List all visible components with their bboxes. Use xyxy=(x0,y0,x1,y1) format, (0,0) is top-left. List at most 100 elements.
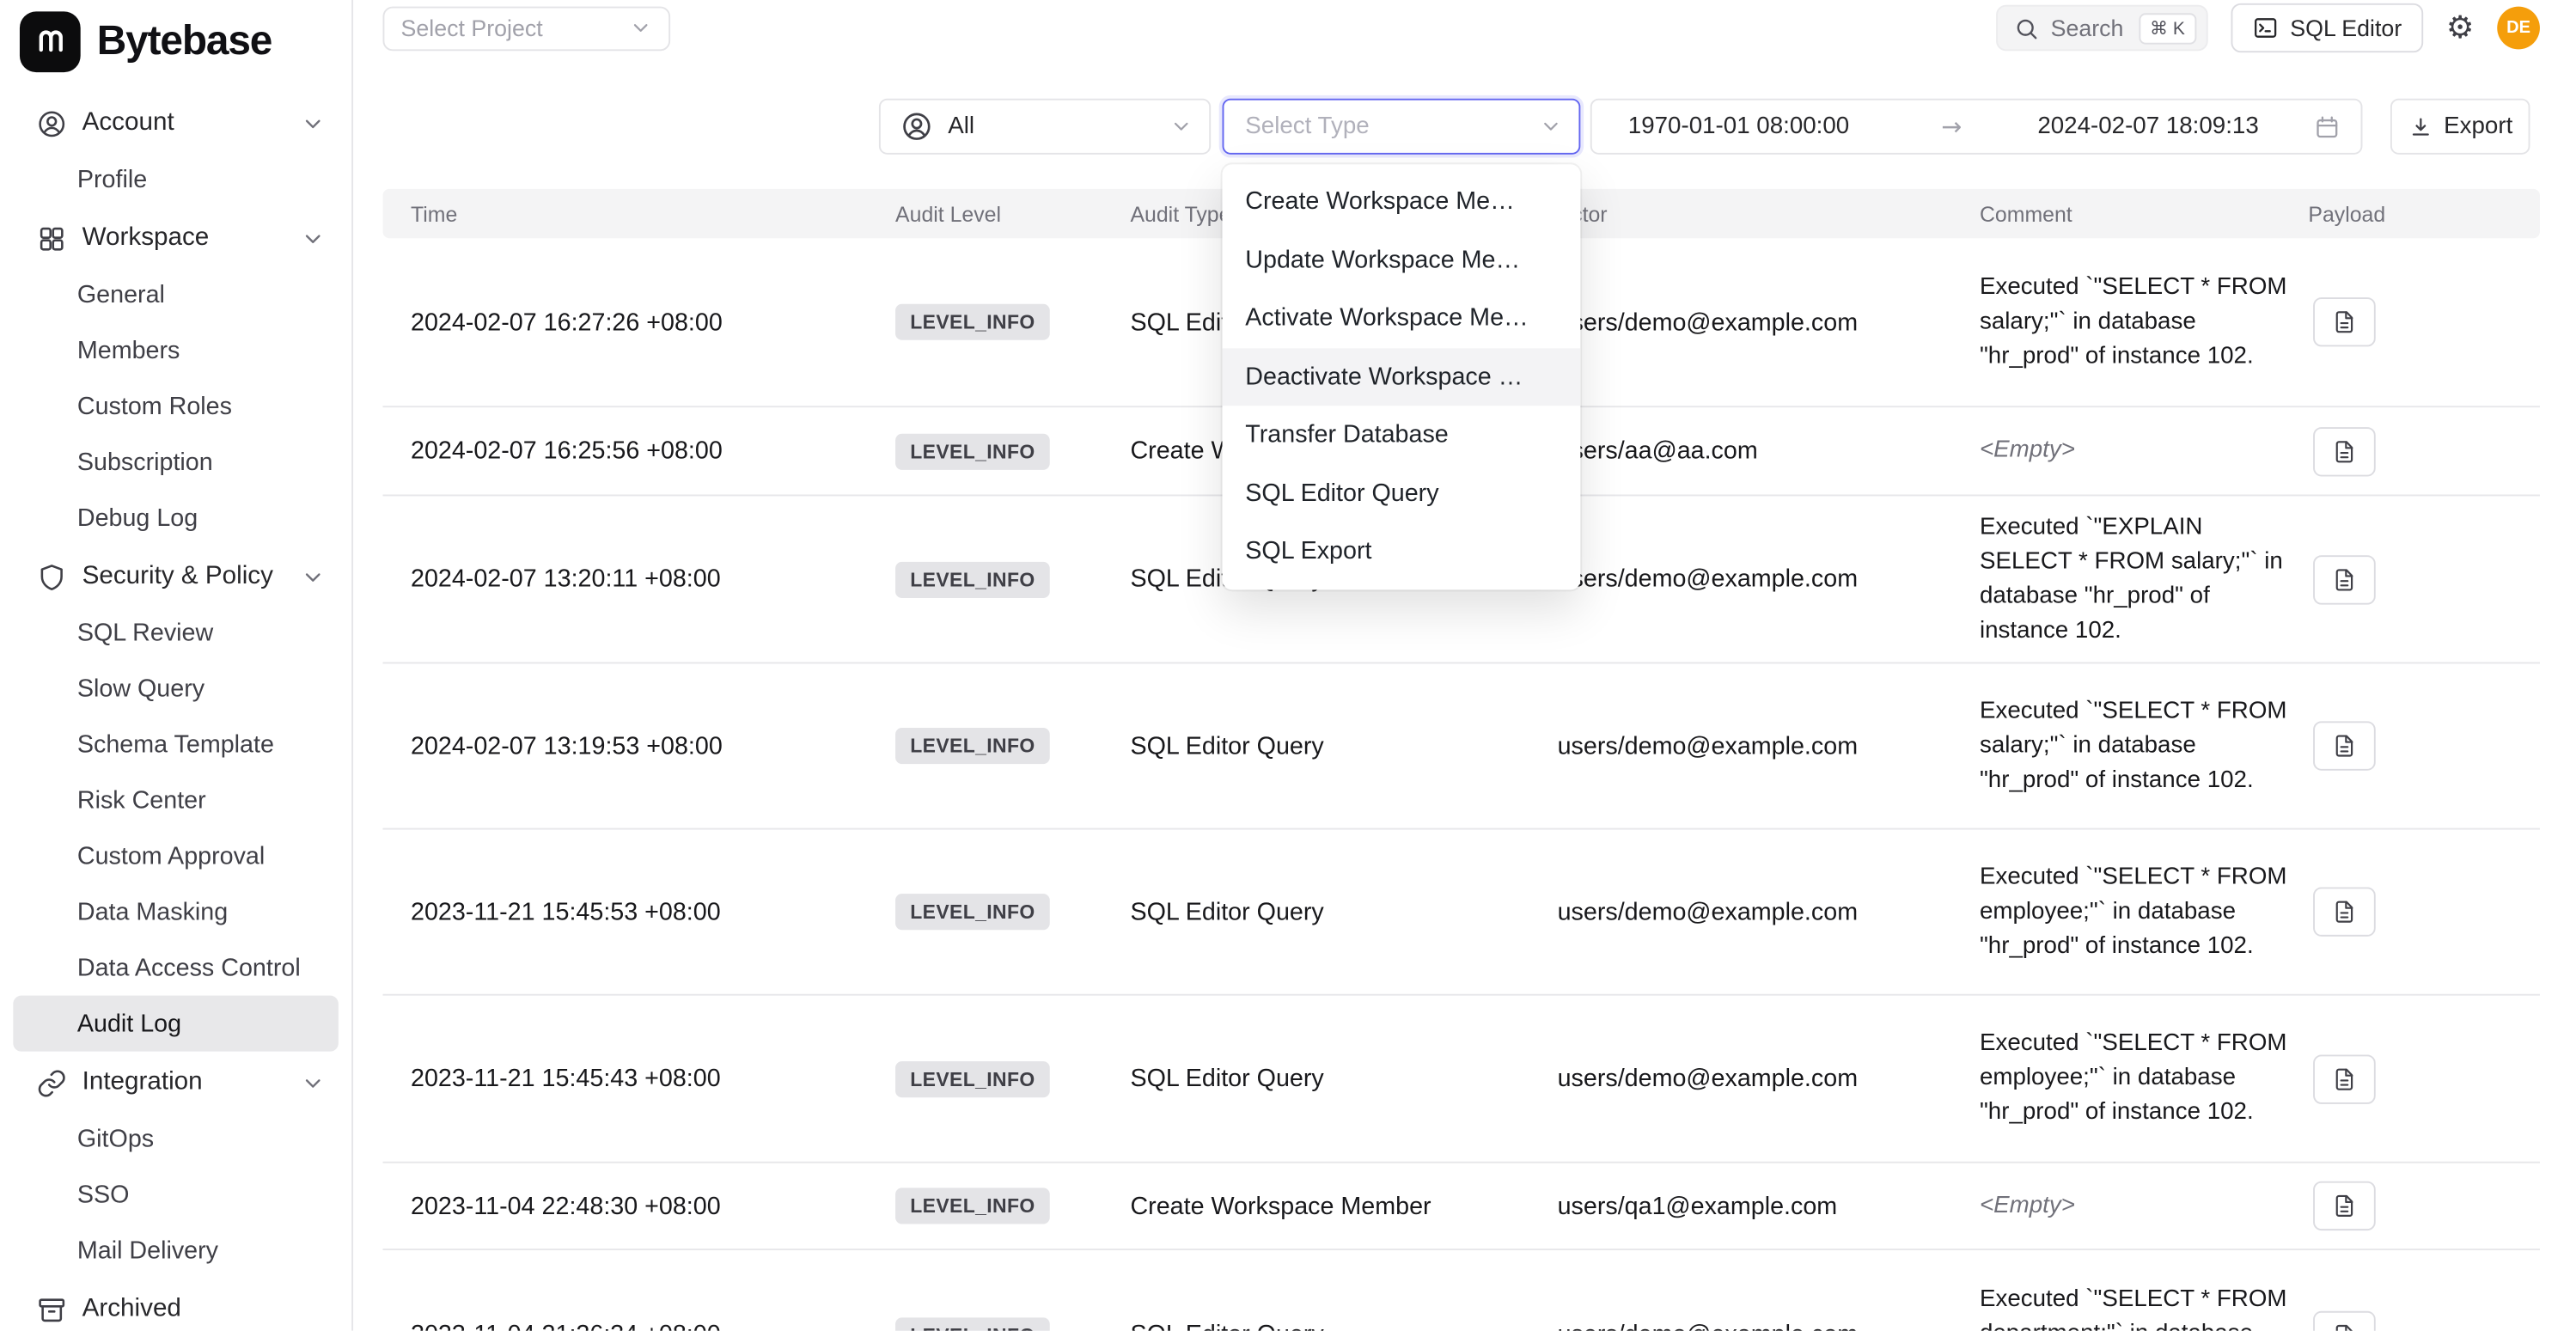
cell-time: 2024-02-07 13:20:11 +08:00 xyxy=(411,565,895,594)
cell-actor: users/aa@aa.com xyxy=(1558,437,1980,466)
cell-audit-level: LEVEL_INFO xyxy=(895,433,1130,469)
sidebar-item-label: General xyxy=(77,280,165,308)
sidebar-item-subscription[interactable]: Subscription xyxy=(0,434,351,490)
cell-comment: Executed `"EXPLAIN SELECT * FROM salary;… xyxy=(1980,497,2308,661)
cell-audit-level: LEVEL_INFO xyxy=(895,561,1130,597)
sidebar-item-gitops[interactable]: GitOps xyxy=(0,1111,351,1167)
sidebar-item-slow-query[interactable]: Slow Query xyxy=(0,661,351,717)
dropdown-item[interactable]: SQL Export xyxy=(1223,522,1581,581)
chevron-down-icon xyxy=(301,1071,326,1096)
cell-time: 2024-02-07 16:27:26 +08:00 xyxy=(411,308,895,337)
date-range-end: 2024-02-07 18:09:13 xyxy=(2037,113,2258,140)
cell-audit-level: LEVEL_INFO xyxy=(895,728,1130,764)
avatar[interactable]: DE xyxy=(2497,7,2540,50)
payload-view-button[interactable] xyxy=(2313,1054,2376,1103)
chevron-down-icon xyxy=(301,111,326,136)
sidebar-item-label: Data Access Control xyxy=(77,954,301,982)
sidebar-item-label: Profile xyxy=(77,165,147,193)
project-select[interactable]: Select Project xyxy=(382,6,670,51)
sql-editor-button[interactable]: SQL Editor xyxy=(2231,3,2423,52)
level-badge: LEVEL_INFO xyxy=(895,728,1050,764)
cell-audit-level: LEVEL_INFO xyxy=(895,1188,1130,1224)
sidebar-item-custom-approval[interactable]: Custom Approval xyxy=(0,828,351,884)
cell-actor: users/demo@example.com xyxy=(1558,1065,1980,1093)
sidebar-item-data-masking[interactable]: Data Masking xyxy=(0,884,351,940)
sidebar-item-audit-log[interactable]: Audit Log xyxy=(13,996,339,1052)
type-filter-select[interactable]: Select Type xyxy=(1223,99,1581,155)
cell-time: 2023-11-04 22:48:30 +08:00 xyxy=(411,1192,895,1220)
sidebar-item-profile[interactable]: Profile xyxy=(0,151,351,207)
chevron-down-icon xyxy=(1540,115,1563,138)
dropdown-item[interactable]: Create Workspace Me… xyxy=(1223,173,1581,231)
sidebar-item-risk-center[interactable]: Risk Center xyxy=(0,772,351,828)
table-row: 2023-11-21 15:45:43 +08:00 LEVEL_INFO SQ… xyxy=(382,996,2539,1163)
cell-audit-type: SQL Editor Query xyxy=(1130,732,1557,760)
sidebar-item-mail-delivery[interactable]: Mail Delivery xyxy=(0,1223,351,1279)
payload-view-button[interactable] xyxy=(2313,887,2376,936)
sidebar-item-general[interactable]: General xyxy=(0,266,351,322)
sidebar-item-security-policy[interactable]: Security & Policy xyxy=(0,549,351,605)
dropdown-item[interactable]: Transfer Database xyxy=(1223,406,1581,464)
cell-actor: users/qa1@example.com xyxy=(1558,1192,1980,1220)
level-badge: LEVEL_INFO xyxy=(895,1060,1050,1096)
sidebar-item-label: Archived xyxy=(82,1295,181,1324)
dropdown-item[interactable]: SQL Editor Query xyxy=(1223,464,1581,522)
sidebar-item-label: Mail Delivery xyxy=(77,1236,218,1265)
calendar-icon xyxy=(2313,113,2341,141)
date-range-picker[interactable]: 1970-01-01 08:00:00 → 2024-02-07 18:09:1… xyxy=(1590,99,2363,155)
cell-audit-level: LEVEL_INFO xyxy=(895,894,1130,930)
column-header-actor: Actor xyxy=(1558,201,1980,226)
sidebar-item-debug-log[interactable]: Debug Log xyxy=(0,490,351,546)
dropdown-item[interactable]: Update Workspace Me… xyxy=(1223,231,1581,290)
dropdown-item[interactable]: Activate Workspace Me… xyxy=(1223,290,1581,348)
sidebar-item-sso[interactable]: SSO xyxy=(0,1167,351,1223)
avatar-initials: DE xyxy=(2506,18,2530,38)
cell-time: 2024-02-07 13:19:53 +08:00 xyxy=(411,732,895,760)
payload-view-button[interactable] xyxy=(2313,297,2376,346)
sidebar-item-data-access-control[interactable]: Data Access Control xyxy=(0,940,351,996)
sidebar-item-integration[interactable]: Integration xyxy=(0,1055,351,1111)
level-badge: LEVEL_INFO xyxy=(895,1316,1050,1330)
cell-comment: Executed `"SELECT * FROM salary;"` in da… xyxy=(1980,257,2308,387)
cell-payload xyxy=(2308,1310,2540,1331)
sidebar-item-sql-review[interactable]: SQL Review xyxy=(0,605,351,661)
sidebar-item-workspace[interactable]: Workspace xyxy=(0,211,351,266)
search-icon xyxy=(2015,15,2040,40)
account-icon xyxy=(36,107,67,138)
export-button[interactable]: Export xyxy=(2390,99,2530,155)
actor-filter-select[interactable]: All xyxy=(879,99,1211,155)
brand-name: Bytebase xyxy=(97,17,272,64)
gear-icon[interactable]: ⚙ xyxy=(2446,12,2475,43)
payload-view-button[interactable] xyxy=(2313,426,2376,475)
cell-comment: Executed `"SELECT * FROM department;"` i… xyxy=(1980,1270,2308,1331)
topbar-right-cluster: Search ⌘ K SQL Editor ⚙ DE xyxy=(1996,3,2539,52)
level-badge: LEVEL_INFO xyxy=(895,894,1050,930)
workspace-icon xyxy=(36,223,67,253)
cell-actor: users/demo@example.com xyxy=(1558,898,1980,926)
payload-view-button[interactable] xyxy=(2313,1181,2376,1230)
dropdown-item-highlighted[interactable]: Deactivate Workspace … xyxy=(1223,347,1581,406)
chevron-down-icon xyxy=(1169,115,1193,138)
payload-view-button[interactable] xyxy=(2313,721,2376,770)
sidebar-item-account[interactable]: Account xyxy=(0,95,351,151)
sidebar-item-label: SSO xyxy=(77,1181,130,1209)
bytebase-logo-icon xyxy=(20,10,81,71)
sql-editor-icon xyxy=(2252,15,2279,41)
sidebar-item-schema-template[interactable]: Schema Template xyxy=(0,717,351,772)
level-badge: LEVEL_INFO xyxy=(895,433,1050,469)
sidebar-item-label: Workspace xyxy=(82,223,210,253)
payload-view-button[interactable] xyxy=(2313,1310,2376,1331)
cell-payload xyxy=(2308,1054,2540,1103)
payload-view-button[interactable] xyxy=(2313,554,2376,603)
sidebar-item-members[interactable]: Members xyxy=(0,322,351,378)
level-badge: LEVEL_INFO xyxy=(895,561,1050,597)
user-circle-icon xyxy=(900,110,933,143)
search-input[interactable]: Search ⌘ K xyxy=(1996,5,2207,52)
sidebar-item-label: Debug Log xyxy=(77,504,198,532)
bytebase-logo[interactable]: Bytebase xyxy=(0,0,351,82)
cell-actor: users/demo@example.com xyxy=(1558,1321,1980,1330)
sidebar-item-custom-roles[interactable]: Custom Roles xyxy=(0,378,351,434)
sidebar-item-archived[interactable]: Archived xyxy=(0,1281,351,1330)
cell-audit-type: SQL Editor Query xyxy=(1130,1065,1557,1093)
cell-audit-level: LEVEL_INFO xyxy=(895,1060,1130,1096)
